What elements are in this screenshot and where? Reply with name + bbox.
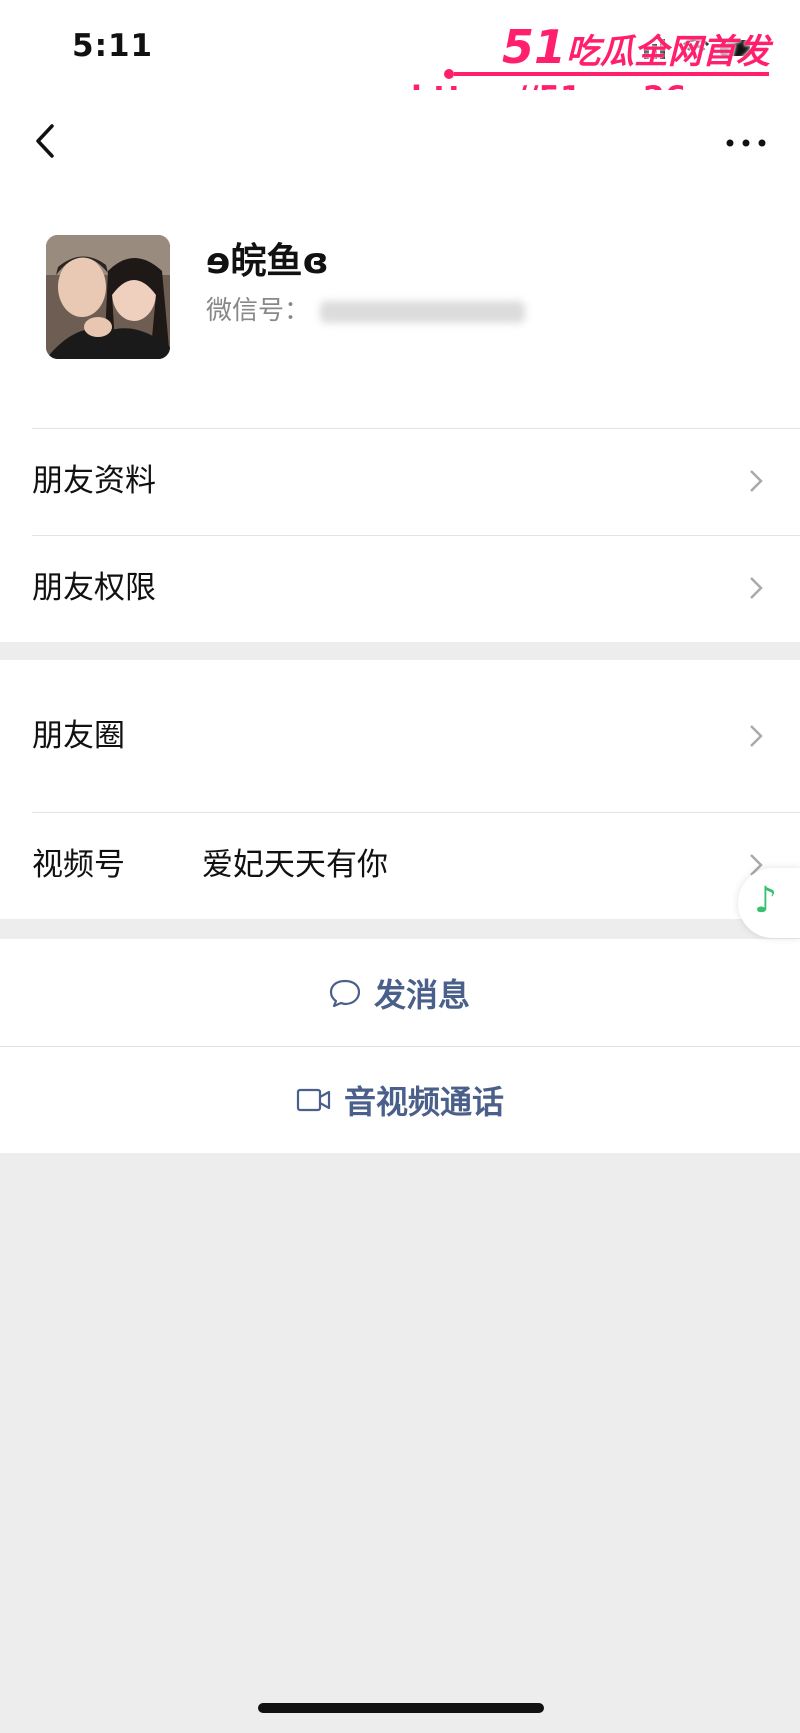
video-camera-icon xyxy=(296,1088,331,1111)
actions-section: 发消息 音视频通话 xyxy=(0,939,800,1153)
wechat-id-redacted xyxy=(320,300,526,323)
chat-bubble-icon xyxy=(329,979,361,1007)
watermark-rule xyxy=(444,69,769,79)
avatar[interactable] xyxy=(46,235,170,359)
moments-section: 朋友圈 视频号 爱妃天天有你 xyxy=(0,660,800,919)
video-call-label: 音视频通话 xyxy=(344,1082,505,1121)
row-label: 朋友圈 xyxy=(32,718,125,754)
more-icon[interactable] xyxy=(724,128,768,158)
chevron-right-icon xyxy=(750,725,763,747)
watermark-brand: 51吃瓜全网首发 xyxy=(501,20,770,74)
wechat-id-label: 微信号： xyxy=(206,296,311,326)
video-call-button[interactable]: 音视频通话 xyxy=(0,1046,800,1153)
status-time: 5:11 xyxy=(72,28,154,64)
row-moments[interactable]: 朋友圈 xyxy=(0,660,800,812)
row-label: 视频号 xyxy=(32,847,125,883)
channels-name: 爱妃天天有你 xyxy=(202,847,388,883)
row-label: 朋友权限 xyxy=(32,570,156,606)
row-friend-permissions[interactable]: 朋友权限 xyxy=(0,535,800,642)
chevron-right-icon xyxy=(750,470,763,492)
send-message-label: 发消息 xyxy=(374,975,471,1014)
send-message-button[interactable]: 发消息 xyxy=(0,939,800,1046)
back-chevron-icon[interactable] xyxy=(26,116,66,166)
music-note-icon: ♪ xyxy=(754,880,777,921)
profile-header: ɘ皖鱼ɞ 微信号： xyxy=(0,200,800,428)
row-channels[interactable]: 视频号 爱妃天天有你 xyxy=(0,812,800,919)
wechat-id: 微信号： xyxy=(206,290,526,327)
row-friend-info[interactable]: 朋友资料 xyxy=(0,428,800,535)
nav-bar xyxy=(0,90,800,200)
profile-info-section: 朋友资料 朋友权限 xyxy=(0,428,800,642)
row-label: 朋友资料 xyxy=(32,463,156,499)
home-indicator[interactable] xyxy=(258,1703,544,1713)
floating-music-button[interactable]: ♪ xyxy=(738,868,800,938)
chevron-right-icon xyxy=(750,577,763,599)
profile-nickname: ɘ皖鱼ɞ xyxy=(206,241,329,282)
